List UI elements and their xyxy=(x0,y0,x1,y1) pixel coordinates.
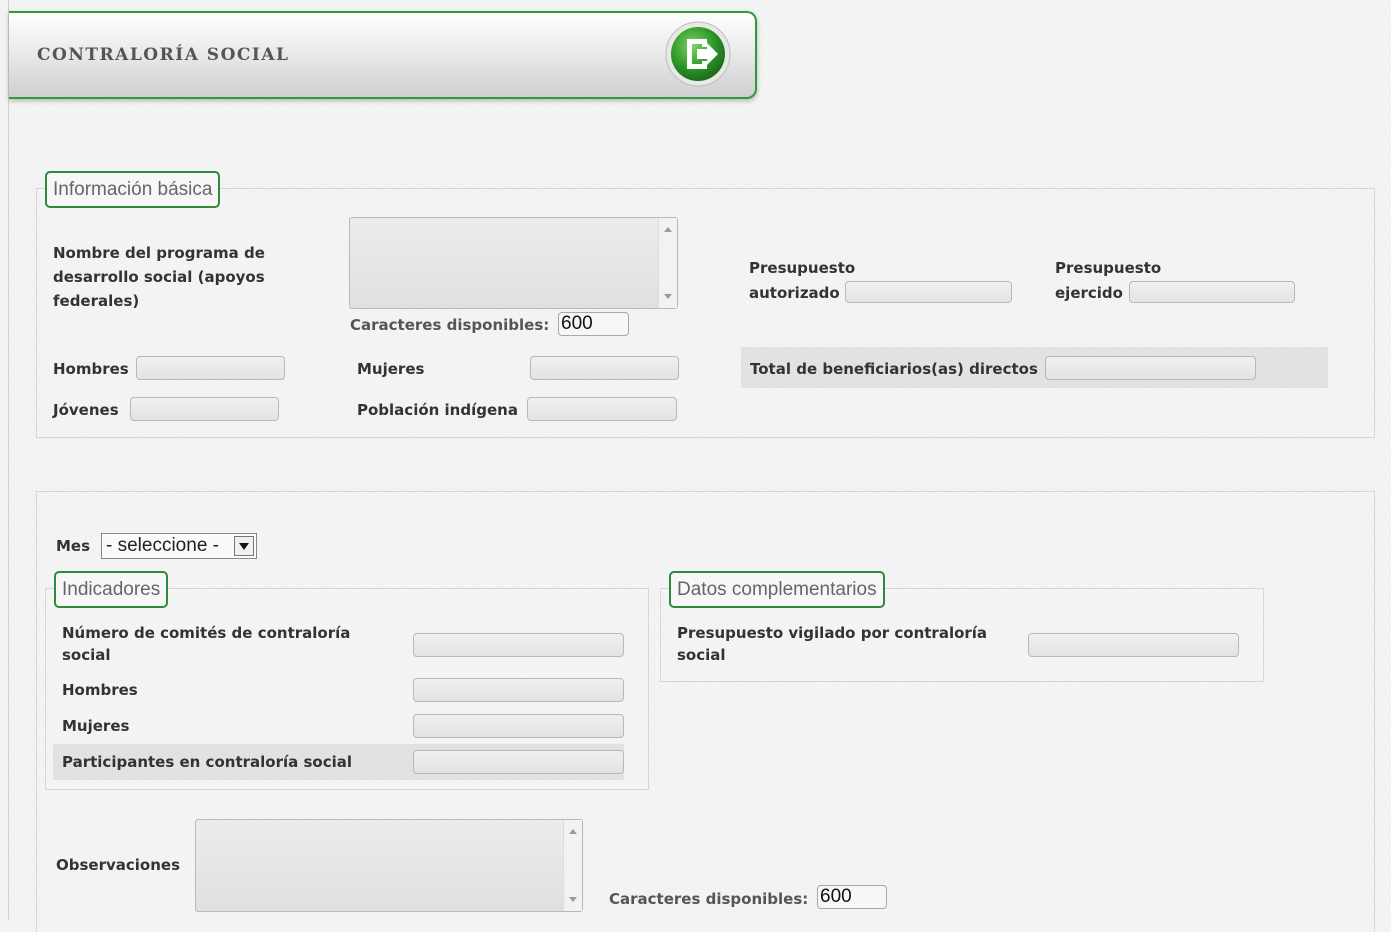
indicators-men-input[interactable] xyxy=(413,678,624,702)
month-dropdown-button[interactable] xyxy=(234,536,254,556)
indicators-men-label: Hombres xyxy=(62,681,138,699)
men-input[interactable] xyxy=(136,356,285,380)
total-beneficiaries-label: Total de beneficiarios(as) directos xyxy=(750,360,1038,378)
budget-watched-label: Presupuesto vigilado por contraloría soc… xyxy=(677,624,988,664)
participants-input[interactable] xyxy=(413,750,624,774)
chevron-down-icon xyxy=(239,543,249,550)
observations-textarea[interactable] xyxy=(195,819,583,912)
textarea-scrollbar[interactable] xyxy=(658,218,677,308)
scroll-up-icon[interactable] xyxy=(664,227,672,232)
complementary-legend: Datos complementarios xyxy=(669,571,885,608)
basic-info-legend: Información básica xyxy=(45,171,221,208)
scroll-down-icon[interactable] xyxy=(569,897,577,902)
chars-available-counter: 600 xyxy=(558,312,629,336)
header-banner: CONTRALORÍA SOCIAL xyxy=(9,11,757,99)
participants-label: Participantes en contraloría social xyxy=(62,753,352,771)
indigenous-input[interactable] xyxy=(527,397,677,421)
women-label: Mujeres xyxy=(357,360,425,378)
month-select[interactable]: - seleccione - xyxy=(101,533,257,559)
budget-authorized-label-line1: Presupuesto xyxy=(749,259,856,277)
budget-spent-input[interactable] xyxy=(1129,281,1295,303)
budget-spent-label-line1: Presupuesto xyxy=(1055,259,1162,277)
observations-chars-label: Caracteres disponibles: xyxy=(609,890,809,908)
total-beneficiaries-input[interactable] xyxy=(1045,356,1256,380)
program-name-label: Nombre del programa de desarrollo social… xyxy=(53,244,265,310)
program-name-textarea[interactable] xyxy=(349,217,678,309)
exit-door-icon[interactable] xyxy=(665,21,731,87)
indicators-women-input[interactable] xyxy=(413,714,624,738)
scroll-up-icon[interactable] xyxy=(569,829,577,834)
month-select-value: - seleccione - xyxy=(106,535,219,556)
women-input[interactable] xyxy=(530,356,679,380)
indigenous-label: Población indígena xyxy=(357,401,518,419)
page-title: CONTRALORÍA SOCIAL xyxy=(37,45,290,65)
budget-spent-label-line2: ejercido xyxy=(1055,284,1123,302)
budget-watched-input[interactable] xyxy=(1028,633,1239,657)
textarea-scrollbar[interactable] xyxy=(563,820,582,911)
indicators-legend: Indicadores xyxy=(54,571,169,608)
committees-label: Número de comités de contraloría social xyxy=(62,624,351,664)
scroll-down-icon[interactable] xyxy=(664,294,672,299)
observations-chars-counter: 600 xyxy=(817,885,887,909)
youth-input[interactable] xyxy=(130,397,279,421)
indicators-women-label: Mujeres xyxy=(62,717,130,735)
observations-label: Observaciones xyxy=(56,856,181,874)
chars-available-label: Caracteres disponibles: xyxy=(350,316,550,334)
budget-authorized-label-line2: autorizado xyxy=(749,284,840,302)
youth-label: Jóvenes xyxy=(53,401,119,419)
month-label: Mes xyxy=(56,537,91,555)
men-label: Hombres xyxy=(53,360,129,378)
budget-authorized-input[interactable] xyxy=(845,281,1012,303)
committees-input[interactable] xyxy=(413,633,624,657)
